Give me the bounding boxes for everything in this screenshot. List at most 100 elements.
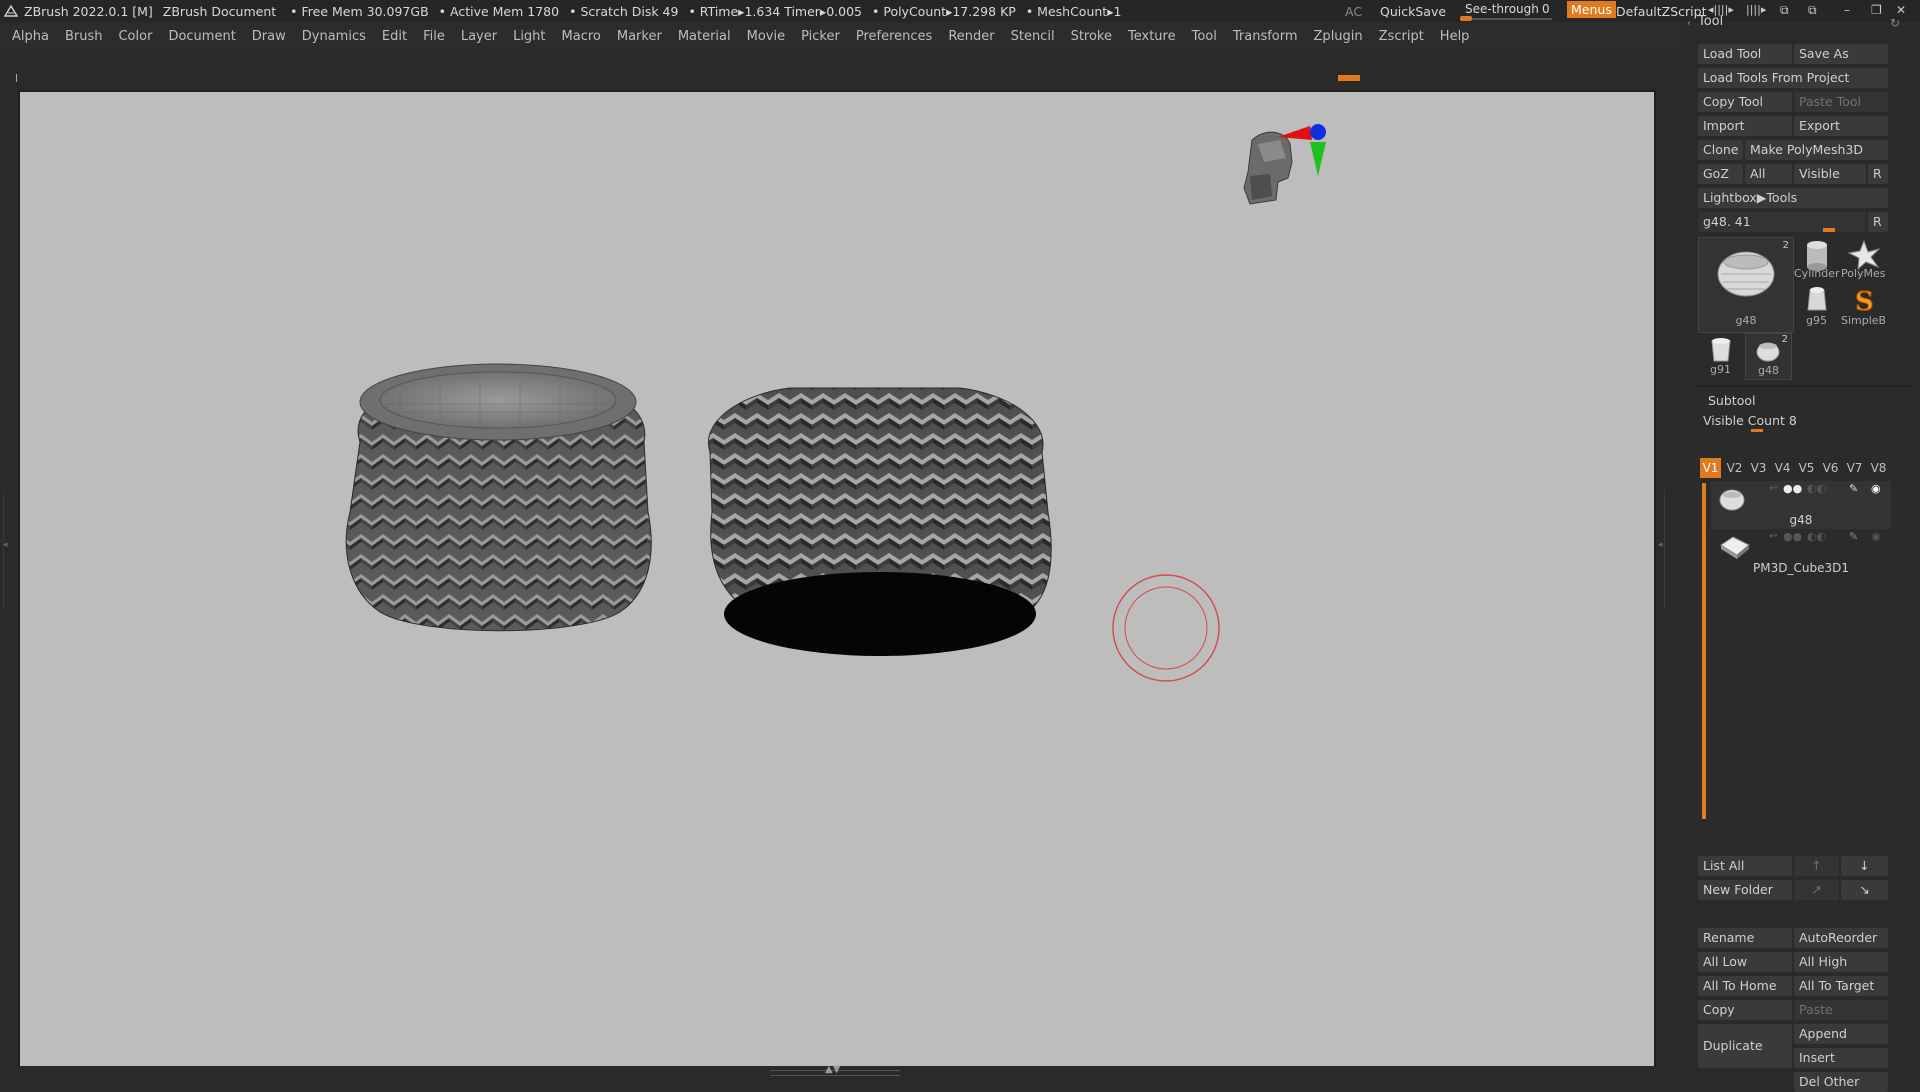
menu-alpha[interactable]: Alpha bbox=[12, 29, 49, 44]
subtool-scrollbar[interactable] bbox=[1702, 483, 1706, 819]
tire-model-right[interactable] bbox=[708, 387, 1052, 656]
folder-move-icon[interactable]: ↗ bbox=[1794, 880, 1839, 900]
subtool-toggle-icon[interactable]: ●● bbox=[1783, 530, 1802, 543]
panel-refresh-icon[interactable]: ↻ bbox=[1890, 16, 1900, 30]
import-button[interactable]: Import bbox=[1698, 116, 1792, 136]
tool-slider-r-button[interactable]: R bbox=[1868, 212, 1888, 232]
copy-tool-button[interactable]: Copy Tool bbox=[1698, 92, 1792, 112]
clone-button[interactable]: Clone bbox=[1698, 140, 1743, 160]
subtool-toggle-icon[interactable]: ●● bbox=[1783, 482, 1802, 495]
restore-icon[interactable]: ❐ bbox=[1871, 3, 1882, 17]
tab-v8[interactable]: V8 bbox=[1868, 458, 1889, 478]
left-tray-handle[interactable] bbox=[3, 490, 10, 610]
move-down-button[interactable]: ↓ bbox=[1841, 856, 1888, 876]
menus-toggle[interactable]: Menus bbox=[1567, 1, 1616, 18]
subtool-brush-icon[interactable]: ✎ bbox=[1849, 482, 1858, 495]
menu-brush[interactable]: Brush bbox=[65, 29, 103, 44]
load-tool-button[interactable]: Load Tool bbox=[1698, 44, 1792, 64]
tab-v4[interactable]: V4 bbox=[1772, 458, 1793, 478]
new-folder-button[interactable]: New Folder bbox=[1698, 880, 1792, 900]
load-tools-from-project-button[interactable]: Load Tools From Project bbox=[1698, 68, 1888, 88]
goz-button[interactable]: GoZ bbox=[1698, 164, 1743, 184]
list-all-button[interactable]: List All bbox=[1698, 856, 1792, 876]
tool-thumb-g48-small[interactable]: 2 g48 bbox=[1745, 333, 1792, 380]
paste-button[interactable]: Paste bbox=[1794, 1000, 1888, 1020]
docking-icon[interactable]: ⧉ bbox=[1780, 3, 1789, 18]
all-high-button[interactable]: All High bbox=[1794, 952, 1888, 972]
menu-macro[interactable]: Macro bbox=[562, 29, 601, 44]
menu-movie[interactable]: Movie bbox=[747, 29, 785, 44]
menu-draw[interactable]: Draw bbox=[252, 29, 286, 44]
close-icon[interactable]: ✕ bbox=[1896, 3, 1906, 17]
copy-button[interactable]: Copy bbox=[1698, 1000, 1792, 1020]
tool-thumb-g91[interactable]: g91 bbox=[1698, 333, 1743, 378]
quicksave-button[interactable]: QuickSave bbox=[1380, 4, 1446, 19]
folder-insert-icon[interactable]: ↘ bbox=[1841, 880, 1888, 900]
subtool-material-icon[interactable]: ◐◐ bbox=[1807, 530, 1826, 543]
duplicate-button[interactable]: Duplicate bbox=[1698, 1024, 1792, 1068]
menu-picker[interactable]: Picker bbox=[801, 29, 840, 44]
left-tray-arrow[interactable]: ◂ bbox=[3, 540, 8, 550]
save-as-button[interactable]: Save As bbox=[1794, 44, 1888, 64]
right-tray-arrow[interactable]: ◂ bbox=[1658, 540, 1663, 550]
menu-stencil[interactable]: Stencil bbox=[1011, 29, 1055, 44]
subtool-polypaint-icon[interactable]: ↩ bbox=[1769, 531, 1777, 542]
insert-button[interactable]: Insert bbox=[1794, 1048, 1888, 1068]
minimize-icon[interactable]: – bbox=[1844, 3, 1850, 17]
menu-document[interactable]: Document bbox=[168, 29, 235, 44]
paste-tool-button[interactable]: Paste Tool bbox=[1794, 92, 1888, 112]
all-to-target-button[interactable]: All To Target bbox=[1794, 976, 1888, 996]
tab-v3[interactable]: V3 bbox=[1748, 458, 1769, 478]
tool-thumb-cylinder[interactable]: Cylinder bbox=[1794, 237, 1840, 282]
menu-render[interactable]: Render bbox=[948, 29, 994, 44]
document-canvas[interactable] bbox=[18, 90, 1656, 1068]
autoreorder-button[interactable]: AutoReorder bbox=[1794, 928, 1888, 948]
subtool-eye-icon[interactable]: ◉ bbox=[1871, 530, 1881, 543]
subtool-brush-icon[interactable]: ✎ bbox=[1849, 530, 1858, 543]
all-to-home-button[interactable]: All To Home bbox=[1698, 976, 1792, 996]
menu-file[interactable]: File bbox=[423, 29, 445, 44]
undock-icon[interactable]: ⧉ bbox=[1808, 3, 1817, 18]
layout-icon-2[interactable]: ||||▸ bbox=[1746, 3, 1766, 16]
del-other-button[interactable]: Del Other bbox=[1794, 1072, 1888, 1092]
menu-marker[interactable]: Marker bbox=[617, 29, 662, 44]
viewport[interactable] bbox=[20, 92, 1654, 1066]
menu-color[interactable]: Color bbox=[118, 29, 152, 44]
tool-thumb-polymesh[interactable]: PolyMes bbox=[1841, 237, 1888, 282]
tab-v5[interactable]: V5 bbox=[1796, 458, 1817, 478]
right-tray-handle[interactable] bbox=[1658, 490, 1665, 610]
subtool-title[interactable]: Subtool bbox=[1708, 393, 1755, 408]
menu-material[interactable]: Material bbox=[678, 29, 731, 44]
tab-v7[interactable]: V7 bbox=[1844, 458, 1865, 478]
menu-dynamics[interactable]: Dynamics bbox=[302, 29, 366, 44]
move-up-button[interactable]: ↑ bbox=[1794, 856, 1839, 876]
append-button[interactable]: Append bbox=[1794, 1024, 1888, 1044]
menu-preferences[interactable]: Preferences bbox=[856, 29, 932, 44]
menu-edit[interactable]: Edit bbox=[382, 29, 407, 44]
y-axis-arrow-icon[interactable] bbox=[1310, 142, 1326, 176]
panel-collapse-icon[interactable]: ‹ bbox=[1687, 18, 1691, 29]
menu-zplugin[interactable]: Zplugin bbox=[1314, 29, 1363, 44]
tab-v6[interactable]: V6 bbox=[1820, 458, 1841, 478]
menu-transform[interactable]: Transform bbox=[1233, 29, 1298, 44]
rename-button[interactable]: Rename bbox=[1698, 928, 1792, 948]
menu-stroke[interactable]: Stroke bbox=[1071, 29, 1112, 44]
subtool-eye-icon[interactable]: ◉ bbox=[1871, 482, 1881, 495]
head-orientation-icon[interactable] bbox=[1243, 131, 1293, 205]
subtool-item-pm3d-cube[interactable]: ↩ ●● ◐◐ ✎ ◉ PM3D_Cube3D1 bbox=[1711, 529, 1891, 577]
tool-thumb-g48-main[interactable]: 2 g48 bbox=[1698, 237, 1794, 333]
ac-label[interactable]: AC bbox=[1345, 4, 1362, 19]
subtool-material-icon[interactable]: ◐◐ bbox=[1807, 482, 1826, 495]
bottom-tray-arrow-icon[interactable]: ▲▼ bbox=[825, 1064, 840, 1075]
tool-thumb-g95[interactable]: g95 bbox=[1794, 284, 1839, 329]
menu-tool[interactable]: Tool bbox=[1192, 29, 1217, 44]
tire-model-left[interactable] bbox=[345, 363, 652, 632]
goz-visible-button[interactable]: Visible bbox=[1794, 164, 1866, 184]
menu-texture[interactable]: Texture bbox=[1128, 29, 1176, 44]
export-button[interactable]: Export bbox=[1794, 116, 1888, 136]
subtool-polypaint-icon[interactable]: ↩ bbox=[1769, 483, 1777, 494]
goz-r-button[interactable]: R bbox=[1868, 164, 1888, 184]
tab-v2[interactable]: V2 bbox=[1724, 458, 1745, 478]
goz-all-button[interactable]: All bbox=[1745, 164, 1792, 184]
subtool-item-g48[interactable]: ↩ ●● ◐◐ ✎ ◉ g48 bbox=[1711, 481, 1891, 529]
